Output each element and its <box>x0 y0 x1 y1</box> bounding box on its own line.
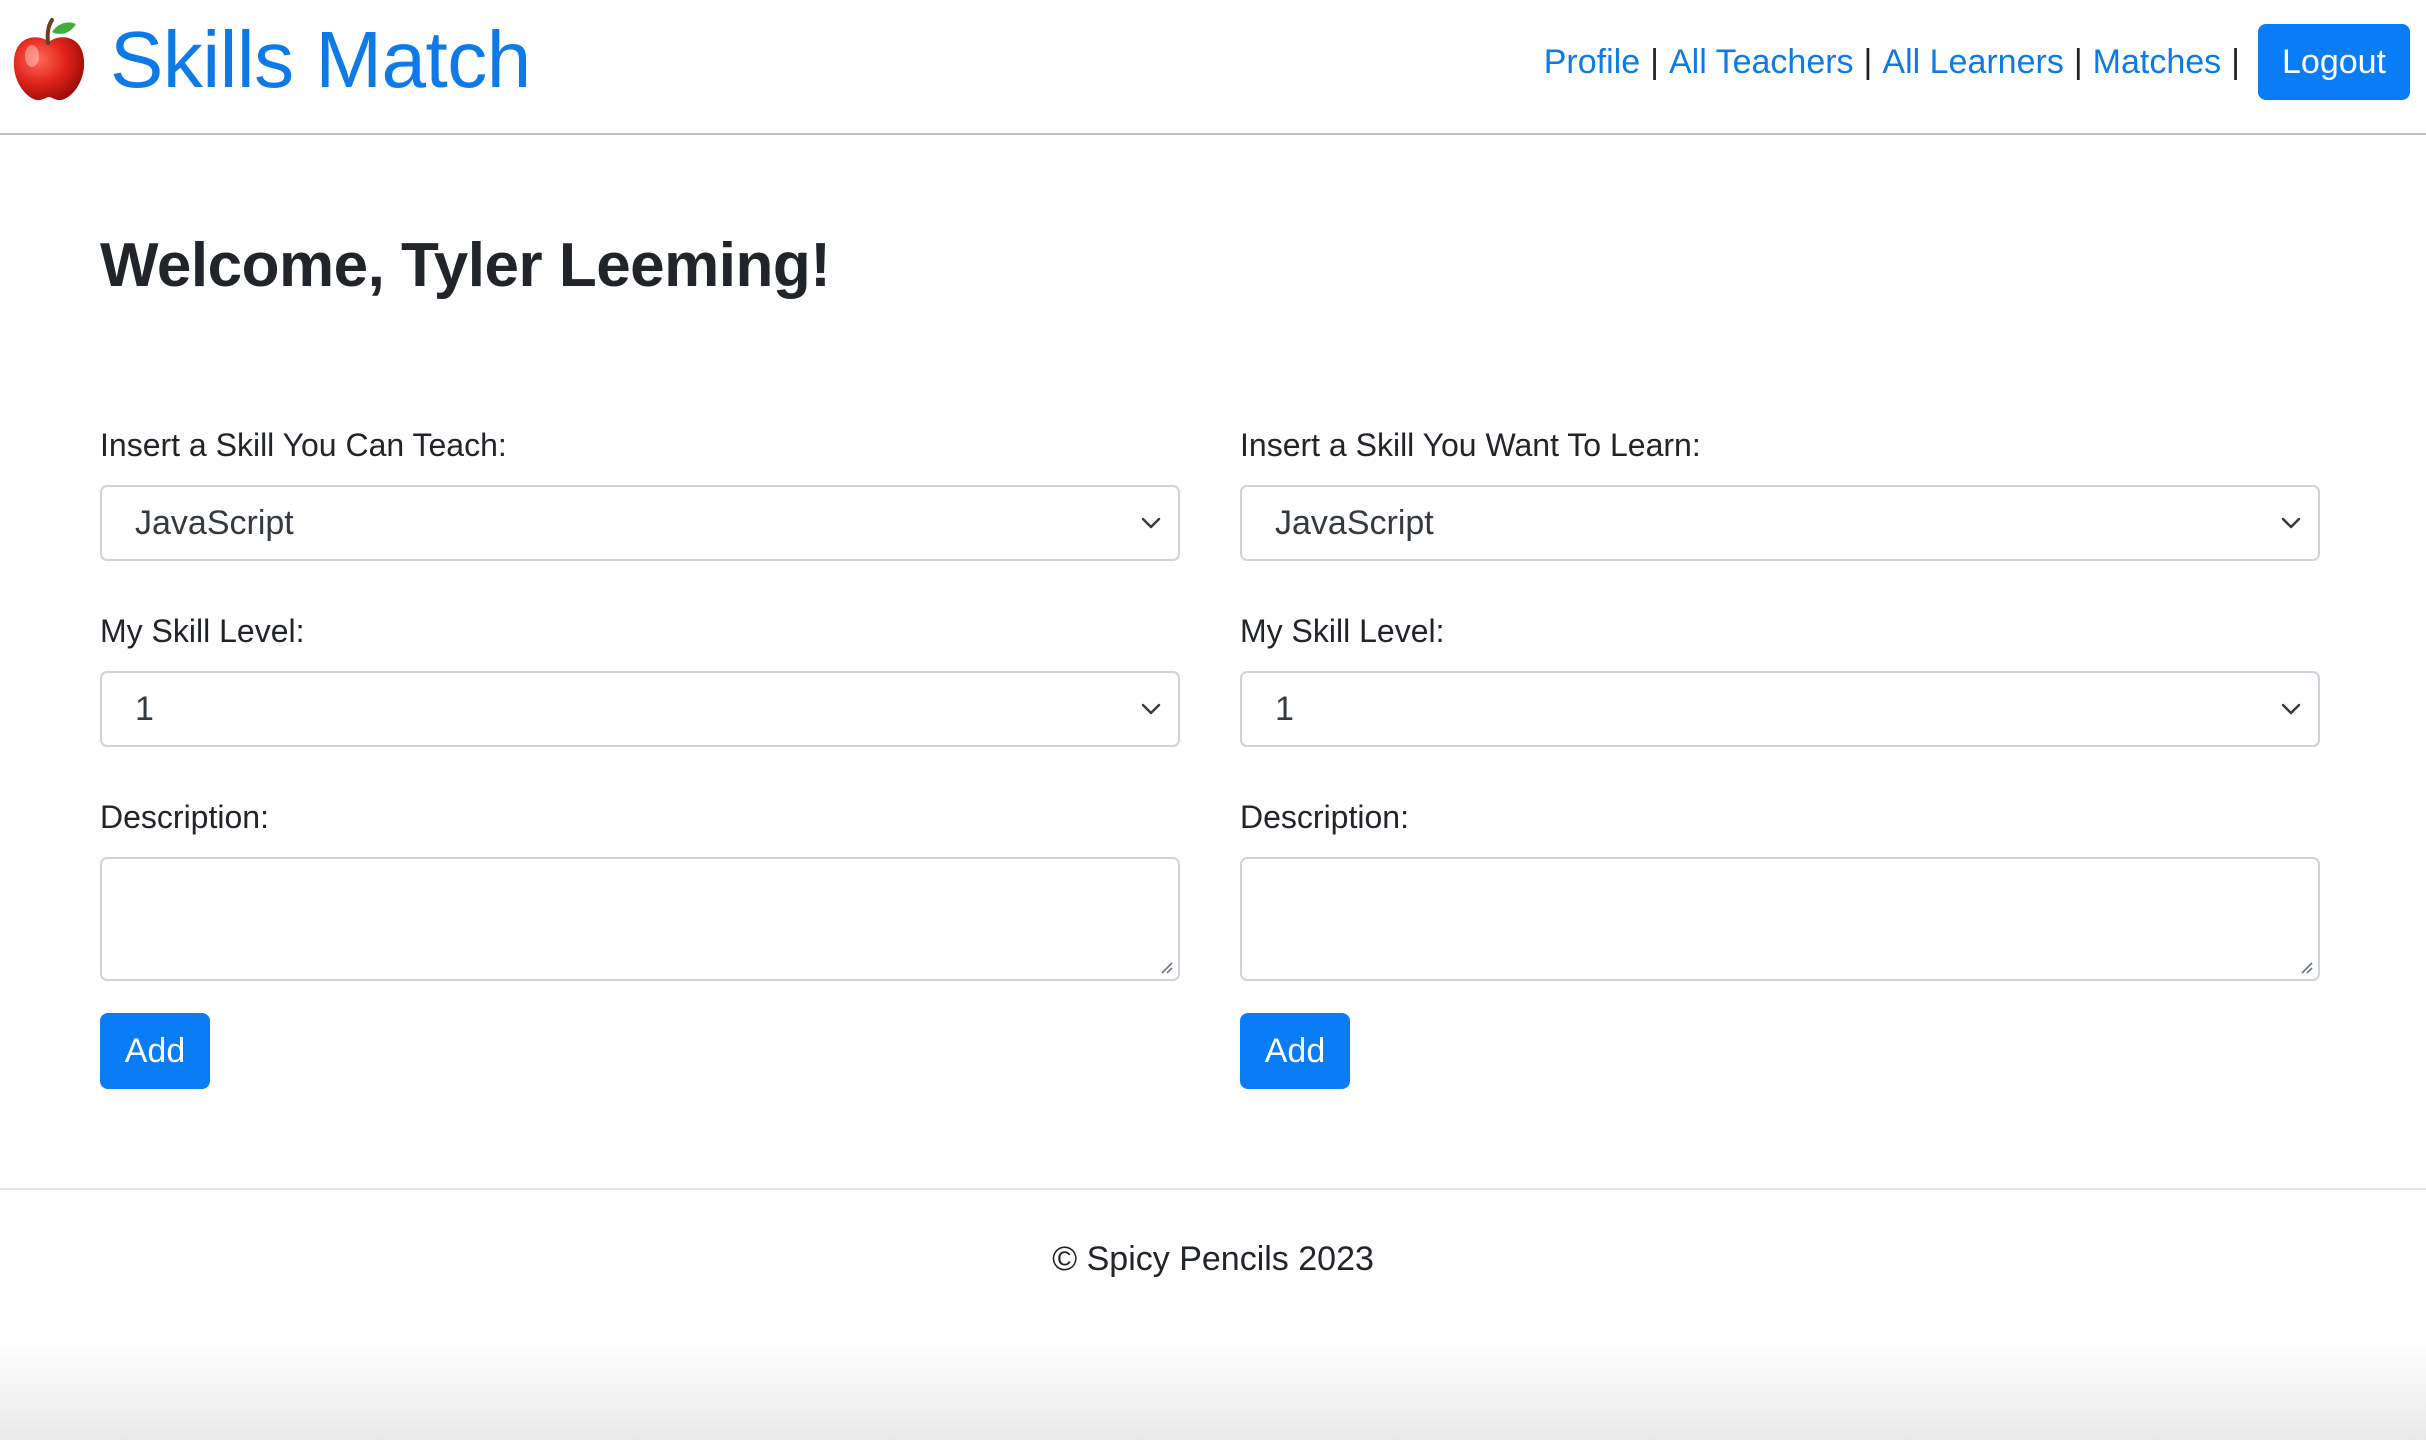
nav-separator: | <box>2073 42 2083 81</box>
learn-skill-select[interactable]: JavaScript <box>1240 485 2320 561</box>
chevron-down-icon <box>2281 703 2301 715</box>
nav-link-all-teachers[interactable]: All Teachers <box>1669 43 1854 82</box>
teach-description-label: Description: <box>100 799 269 835</box>
teach-level-label: My Skill Level: <box>100 613 305 649</box>
nav-link-all-learners[interactable]: All Learners <box>1882 43 2063 82</box>
learn-skill-selected-value: JavaScript <box>1275 503 1434 542</box>
footer-copyright: © Spicy Pencils 2023 <box>1052 1240 1374 1278</box>
teach-skill-label: Insert a Skill You Can Teach: <box>100 427 507 463</box>
brand[interactable]: Skills Match <box>10 10 531 110</box>
nav-separator: | <box>1650 42 1659 81</box>
chevron-down-icon <box>1141 703 1161 715</box>
learn-description-label: Description: <box>1240 799 1409 835</box>
learn-level-label: My Skill Level: <box>1240 613 1445 649</box>
footer-divider <box>0 1188 2426 1190</box>
nav-link-matches[interactable]: Matches <box>2093 43 2222 82</box>
learn-skill-form: Insert a Skill You Want To Learn: JavaSc… <box>1240 425 2320 1089</box>
nav-separator: | <box>1863 42 1873 81</box>
teach-skill-form: Insert a Skill You Can Teach: JavaScript… <box>100 425 1180 1089</box>
resize-grip-icon[interactable] <box>1158 959 1174 975</box>
teach-level-select[interactable]: 1 <box>100 671 1180 747</box>
bottom-shadow <box>0 1340 2426 1440</box>
nav-links: Profile | All Teachers | All Learners | … <box>1544 24 2410 100</box>
nav-separator: | <box>2231 42 2240 81</box>
logout-button[interactable]: Logout <box>2258 24 2410 100</box>
page-title: Welcome, Tyler Leeming! <box>100 231 831 300</box>
teach-skill-select[interactable]: JavaScript <box>100 485 1180 561</box>
nav-link-profile[interactable]: Profile <box>1544 43 1640 82</box>
resize-grip-icon[interactable] <box>2298 959 2314 975</box>
learn-level-selected-value: 1 <box>1275 689 1294 728</box>
teach-level-selected-value: 1 <box>135 689 154 728</box>
learn-add-button[interactable]: Add <box>1240 1013 1350 1089</box>
teach-add-button[interactable]: Add <box>100 1013 210 1089</box>
top-navbar: Skills Match Profile | All Teachers | Al… <box>0 0 2426 135</box>
chevron-down-icon <box>1141 517 1161 529</box>
teach-skill-selected-value: JavaScript <box>135 503 294 542</box>
teach-description-textarea[interactable] <box>100 857 1180 981</box>
learn-description-textarea[interactable] <box>1240 857 2320 981</box>
learn-skill-label: Insert a Skill You Want To Learn: <box>1240 427 1701 463</box>
brand-title: Skills Match <box>110 15 531 104</box>
learn-level-select[interactable]: 1 <box>1240 671 2320 747</box>
apple-icon <box>10 16 88 104</box>
chevron-down-icon <box>2281 517 2301 529</box>
